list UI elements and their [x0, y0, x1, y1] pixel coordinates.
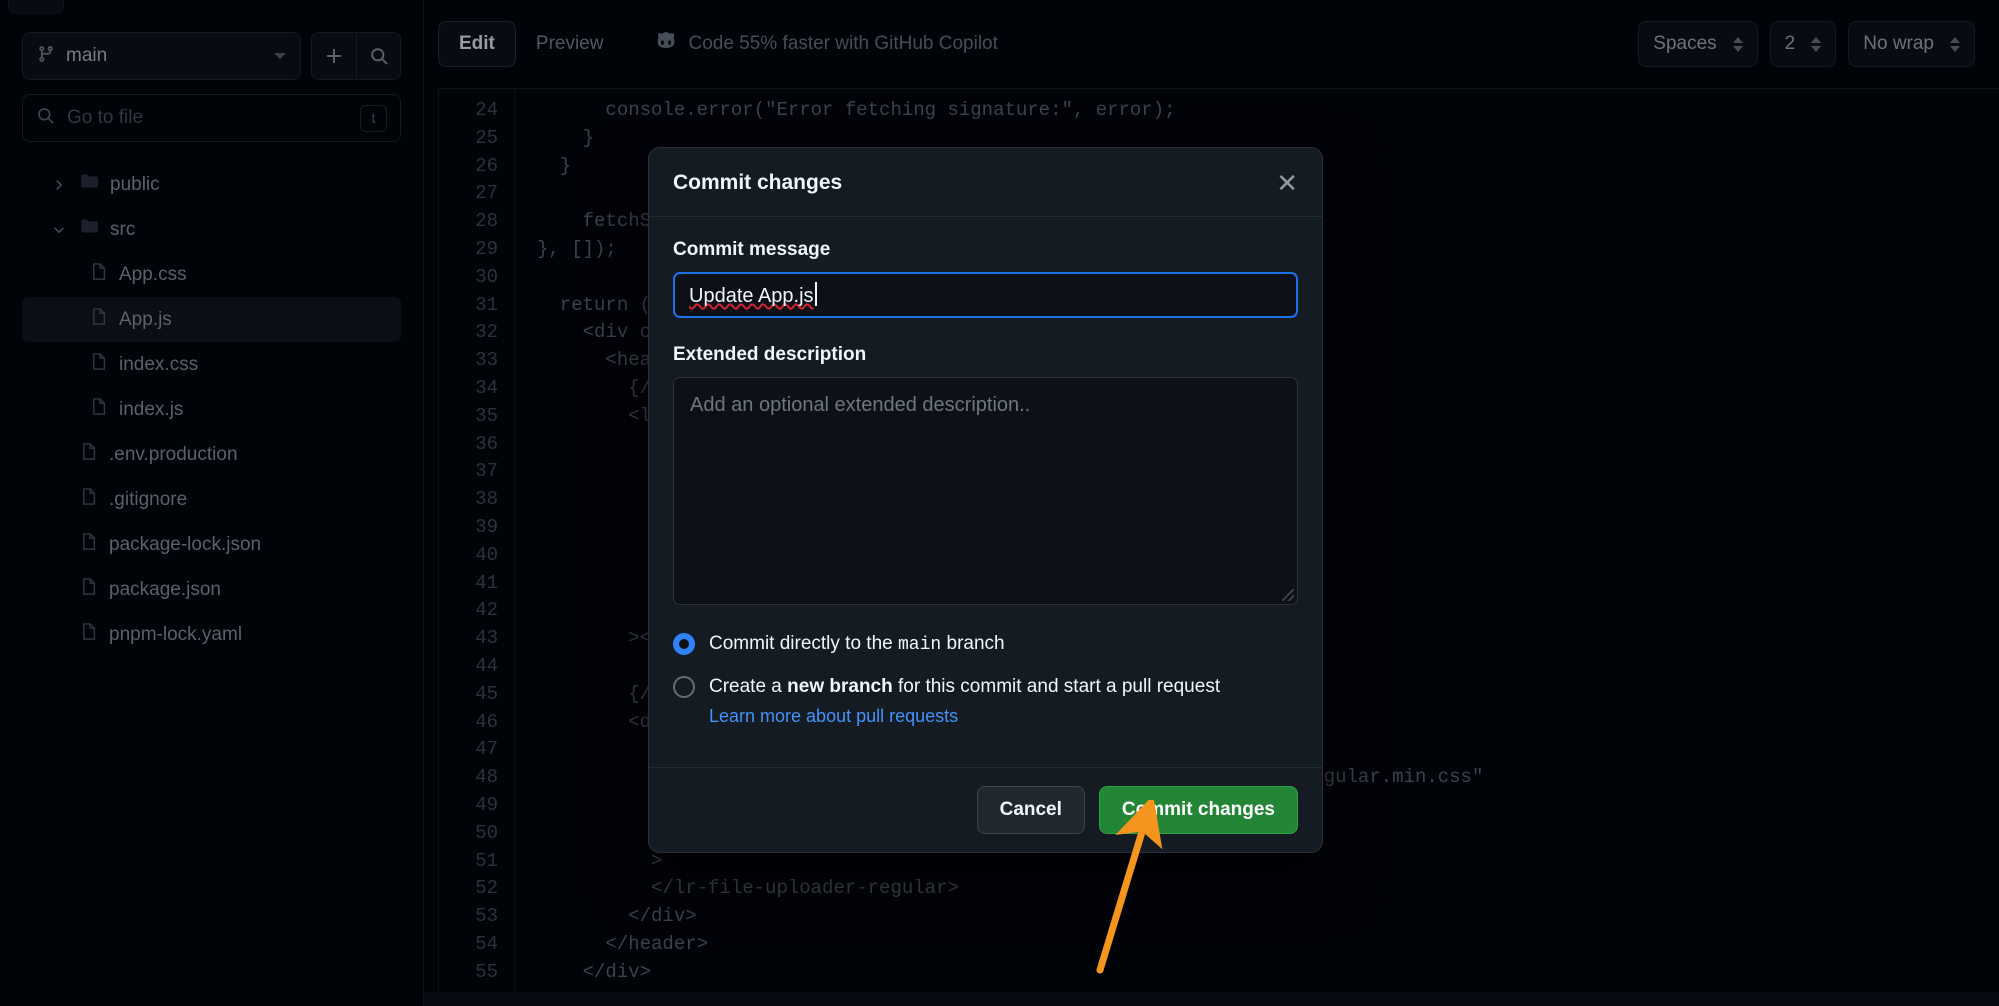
cancel-button[interactable]: Cancel: [977, 786, 1085, 834]
commit-target-options: Commit directly to the main branch Create…: [673, 631, 1298, 727]
commit-message-input[interactable]: Update App.js: [673, 272, 1298, 318]
option-emphasis: main: [898, 635, 941, 655]
option-label: Create a new branch for this commit and …: [709, 674, 1220, 700]
option-create-branch[interactable]: Create a new branch for this commit and …: [673, 674, 1298, 727]
radio-commit-direct[interactable]: [673, 633, 695, 655]
option-emphasis: new branch: [787, 676, 893, 697]
dialog-header: Commit changes ✕: [649, 148, 1322, 217]
option-prefix: Commit directly to the: [709, 633, 898, 654]
text-caret: [815, 282, 817, 306]
option-prefix: Create a: [709, 676, 787, 697]
github-code-editor-page: main Go to file t publicsrcApp.cssApp.js…: [0, 0, 1999, 1006]
option-label: Commit directly to the main branch: [709, 631, 1005, 658]
extended-description-textarea[interactable]: Add an optional extended description..: [673, 377, 1298, 605]
commit-message-value: Update App.js: [689, 285, 814, 307]
extended-description-label: Extended description: [673, 344, 1298, 366]
option-suffix: branch: [941, 633, 1004, 654]
dialog-footer: Cancel Commit changes: [649, 767, 1322, 852]
option-commit-direct[interactable]: Commit directly to the main branch: [673, 631, 1298, 658]
radio-create-branch[interactable]: [673, 676, 695, 698]
commit-changes-button[interactable]: Commit changes: [1099, 786, 1298, 834]
spacer: [673, 318, 1298, 344]
extended-description-placeholder: Add an optional extended description..: [690, 394, 1030, 416]
learn-more-pull-requests-link[interactable]: Learn more about pull requests: [709, 706, 1220, 727]
dialog-body: Commit message Update App.js Extended de…: [649, 217, 1322, 767]
close-icon[interactable]: ✕: [1276, 170, 1298, 196]
dialog-title: Commit changes: [673, 171, 1276, 195]
option-suffix: for this commit and start a pull request: [893, 676, 1220, 697]
commit-changes-dialog: Commit changes ✕ Commit message Update A…: [648, 147, 1323, 853]
resize-grip-icon[interactable]: [1282, 589, 1294, 601]
commit-message-label: Commit message: [673, 239, 1298, 261]
